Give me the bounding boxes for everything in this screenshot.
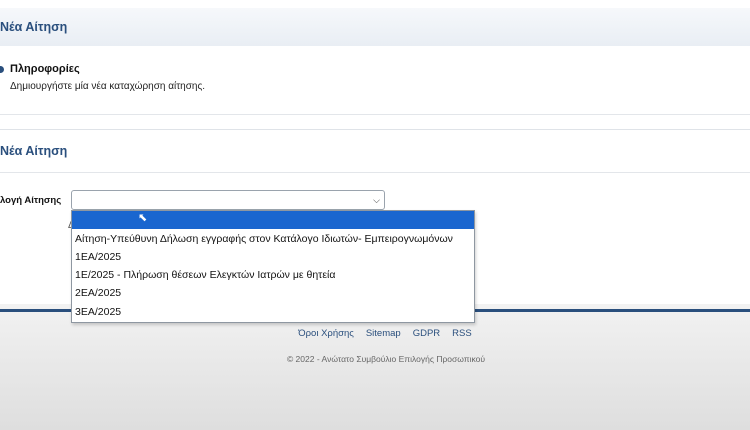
footer-links: Όροι Χρήσης Sitemap GDPR RSS xyxy=(0,328,750,339)
info-icon xyxy=(0,66,4,73)
footer-link-rss[interactable]: RSS xyxy=(452,328,472,339)
section-title: Νέα Αίτηση xyxy=(0,144,68,158)
application-type-dropdown[interactable]: ⬉ Αίτηση-Υπεύθυνη Δήλωση εγγραφής στον Κ… xyxy=(71,210,475,323)
page-title: Νέα Αίτηση xyxy=(0,20,68,34)
info-text: Δημιουργήστε μία νέα καταχώρηση αίτησης. xyxy=(10,81,206,92)
dropdown-option-1e2025[interactable]: 1Ε/2025 - Πλήρωση θέσεων Ελεγκτών Ιατρών… xyxy=(72,266,474,284)
footer-link-terms[interactable]: Όροι Χρήσης xyxy=(298,328,354,339)
dropdown-option-empty[interactable]: ⬉ xyxy=(72,211,474,229)
mouse-cursor-icon: ⬉ xyxy=(138,212,148,224)
section-divider xyxy=(0,172,750,173)
page-header: Νέα Αίτηση xyxy=(0,8,750,47)
dropdown-option-3ea2025[interactable]: 3ΕΑ/2025 xyxy=(72,303,474,321)
footer-link-sitemap[interactable]: Sitemap xyxy=(366,328,401,339)
info-panel: Πληροφορίες Δημιουργήστε μία νέα καταχώρ… xyxy=(0,46,750,115)
footer-link-gdpr[interactable]: GDPR xyxy=(413,328,440,339)
dropdown-option-2ea2025[interactable]: 2ΕΑ/2025 xyxy=(72,284,474,302)
application-type-label: λογή Αίτησης xyxy=(0,195,62,206)
dropdown-option-1ea2025[interactable]: 1ΕΑ/2025 xyxy=(72,248,474,266)
dropdown-option-registry[interactable]: Αίτηση-Υπεύθυνη Δήλωση εγγραφής στον Κατ… xyxy=(72,230,474,248)
application-type-select[interactable]: ⌵ xyxy=(71,190,385,210)
info-title: Πληροφορίες xyxy=(10,63,80,75)
chevron-down-icon[interactable]: ⌵ xyxy=(373,195,380,205)
footer-copyright: © 2022 - Ανώτατο Συμβούλιο Επιλογής Προσ… xyxy=(286,354,486,364)
